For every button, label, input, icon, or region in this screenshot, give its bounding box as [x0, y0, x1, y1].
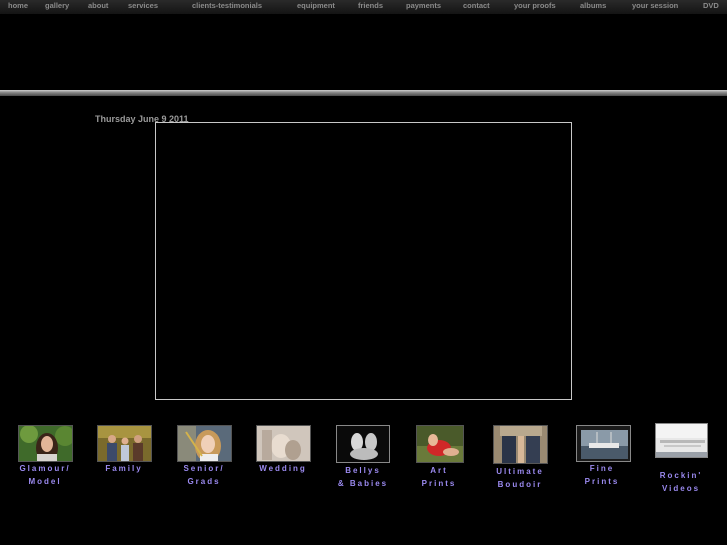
family-thumbnail[interactable] — [97, 425, 152, 462]
nav-albums[interactable]: albums — [580, 1, 606, 10]
nav-services[interactable]: services — [128, 1, 158, 10]
family-label: Family — [105, 464, 143, 473]
nav-home[interactable]: home — [8, 1, 28, 10]
art-prints-label: Art Prints — [421, 466, 457, 488]
rockin-videos-photo — [656, 424, 707, 457]
nav-dvd[interactable]: DVD — [703, 1, 719, 10]
bellys-babies-thumbnail[interactable] — [336, 425, 390, 463]
art-prints-thumbnail[interactable] — [416, 425, 464, 463]
wedding-label: Wedding — [259, 464, 307, 473]
art-prints-photo — [417, 426, 463, 462]
nav-gallery[interactable]: gallery — [45, 1, 69, 10]
nav-your-session[interactable]: your session — [632, 1, 678, 10]
wedding-thumbnail[interactable] — [256, 425, 311, 462]
nav-about[interactable]: about — [88, 1, 108, 10]
bellys-babies-photo — [337, 426, 389, 462]
nav-contact[interactable]: contact — [463, 1, 490, 10]
wedding-photo — [257, 426, 310, 461]
fine-prints-photo — [577, 426, 630, 461]
ultimate-boudoir-thumbnail[interactable] — [493, 425, 548, 464]
nav-friends[interactable]: friends — [358, 1, 383, 10]
nav-your-proofs[interactable]: your proofs — [514, 1, 556, 10]
rockin-videos-thumbnail[interactable] — [655, 423, 708, 458]
glamour-model-thumbnail[interactable] — [18, 425, 73, 462]
senior-grads-photo — [178, 426, 231, 461]
glamour-model-photo — [19, 426, 72, 461]
bellys-babies-label: Bellys & Babies — [337, 466, 389, 488]
senior-grads-thumbnail[interactable] — [177, 425, 232, 462]
rockin-videos-label: Rockin' Videos — [659, 471, 703, 493]
fine-prints-label: Fine Prints — [584, 464, 620, 486]
ultimate-boudoir-photo — [494, 426, 547, 463]
nav-payments[interactable]: payments — [406, 1, 441, 10]
fine-prints-thumbnail[interactable] — [576, 425, 631, 462]
top-navigation-bar: home gallery about services clients-test… — [0, 0, 727, 14]
senior-grads-label: Senior/ Grads — [183, 464, 225, 486]
slideshow-viewer[interactable] — [155, 122, 572, 400]
family-photo — [98, 426, 151, 461]
nav-clients-testimonials[interactable]: clients-testimonials — [192, 1, 262, 10]
header-divider — [0, 90, 727, 96]
ultimate-boudoir-label: Ultimate Boudoir — [496, 467, 544, 489]
nav-equipment[interactable]: equipment — [297, 1, 335, 10]
glamour-model-label: Glamour/ Model — [19, 464, 71, 486]
